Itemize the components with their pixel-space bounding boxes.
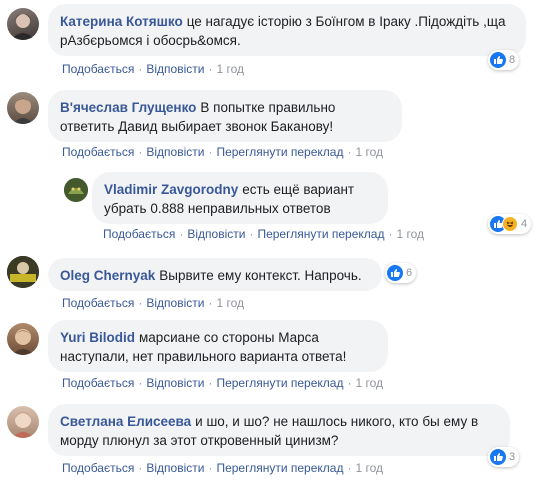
avatar[interactable] (7, 8, 39, 40)
timestamp[interactable]: 1 год (355, 145, 383, 159)
timestamp[interactable]: 1 год (355, 376, 383, 390)
separator: · (208, 145, 213, 159)
comment-author[interactable]: В'ячеслав Глущенко (60, 100, 196, 115)
comment-text: Вырвите ему контекст. Напрочь. (159, 268, 362, 283)
translate-link[interactable]: Переглянути переклад (216, 376, 343, 390)
like-icon (490, 52, 506, 68)
comment-actions: Подобається · Відповісти · Переглянути перек… (62, 461, 383, 475)
reply-link[interactable]: Відповісти (146, 296, 204, 310)
separator: · (208, 62, 213, 76)
reaction-summary[interactable]: 4 (488, 214, 532, 234)
timestamp[interactable]: 1 год (355, 461, 383, 475)
separator: · (347, 461, 352, 475)
comment-actions: Подобається · Відповісти · Переглянути перек… (62, 145, 383, 159)
like-icon (490, 449, 506, 465)
avatar[interactable] (7, 323, 39, 355)
reply-link[interactable]: Відповісти (146, 62, 204, 76)
haha-icon (502, 216, 518, 232)
timestamp[interactable]: 1 год (396, 227, 424, 241)
translate-link[interactable]: Переглянути переклад (216, 461, 343, 475)
timestamp[interactable]: 1 год (216, 296, 244, 310)
reaction-count: 3 (509, 451, 516, 463)
comment-actions: Подобається · Відповісти · Переглянути перек… (103, 227, 424, 241)
like-link[interactable]: Подобається (62, 296, 134, 310)
comment-actions: Подобається · Відповісти · 1 год (62, 62, 244, 76)
reaction-summary[interactable]: 3 (488, 447, 520, 467)
separator: · (388, 227, 393, 241)
comment-author[interactable]: Катерина Котяшко (60, 14, 183, 29)
comment-actions: Подобається · Відповісти · 1 год (62, 296, 244, 310)
reaction-summary[interactable]: 8 (488, 50, 520, 70)
like-link[interactable]: Подобається (62, 461, 134, 475)
comment-bubble: Vladimir Zavgorodny есть ещё вариант убра… (92, 172, 388, 224)
separator: · (179, 227, 184, 241)
comment-author[interactable]: Светлана Елисеева (60, 414, 191, 429)
timestamp[interactable]: 1 год (216, 62, 244, 76)
like-link[interactable]: Подобається (62, 376, 134, 390)
separator: · (208, 296, 213, 310)
avatar[interactable] (64, 178, 88, 202)
separator: · (347, 145, 352, 159)
avatar[interactable] (7, 256, 39, 288)
separator: · (138, 376, 143, 390)
separator: · (208, 376, 213, 390)
like-link[interactable]: Подобається (62, 145, 134, 159)
comment-author[interactable]: Oleg Chernyak (60, 268, 155, 283)
avatar[interactable] (7, 92, 39, 124)
comment-bubble: Катерина Котяшко це нагадує історію з Бої… (48, 4, 526, 56)
comment-bubble: В'ячеслав Глущенко В попытке правильно от… (48, 90, 402, 142)
comment-author[interactable]: Yuri Bilodid (60, 330, 135, 345)
separator: · (347, 376, 352, 390)
separator: · (138, 296, 143, 310)
like-link[interactable]: Подобається (103, 227, 175, 241)
separator: · (138, 145, 143, 159)
separator: · (138, 461, 143, 475)
separator: · (138, 62, 143, 76)
separator: · (208, 461, 213, 475)
reply-link[interactable]: Відповісти (146, 145, 204, 159)
translate-link[interactable]: Переглянути переклад (257, 227, 384, 241)
reply-link[interactable]: Відповісти (187, 227, 245, 241)
comment-actions: Подобається · Відповісти · Переглянути перек… (62, 376, 383, 390)
reply-link[interactable]: Відповісти (146, 461, 204, 475)
reaction-count: 6 (406, 267, 413, 279)
comment-bubble: Yuri Bilodid марсиане со стороны Марса на… (48, 320, 388, 372)
comment-bubble: Светлана Елисеева и шо, и шо? не нашлось … (48, 404, 510, 456)
comment-bubble: Oleg Chernyak Вырвите ему контекст. Напро… (48, 258, 382, 291)
reaction-count: 4 (521, 218, 528, 230)
separator: · (249, 227, 254, 241)
comment-author[interactable]: Vladimir Zavgorodny (104, 182, 238, 197)
reaction-count: 8 (509, 54, 516, 66)
translate-link[interactable]: Переглянути переклад (216, 145, 343, 159)
avatar[interactable] (7, 406, 39, 438)
reaction-summary[interactable]: 6 (385, 263, 417, 283)
like-icon (387, 265, 403, 281)
reply-link[interactable]: Відповісти (146, 376, 204, 390)
like-link[interactable]: Подобається (62, 62, 134, 76)
